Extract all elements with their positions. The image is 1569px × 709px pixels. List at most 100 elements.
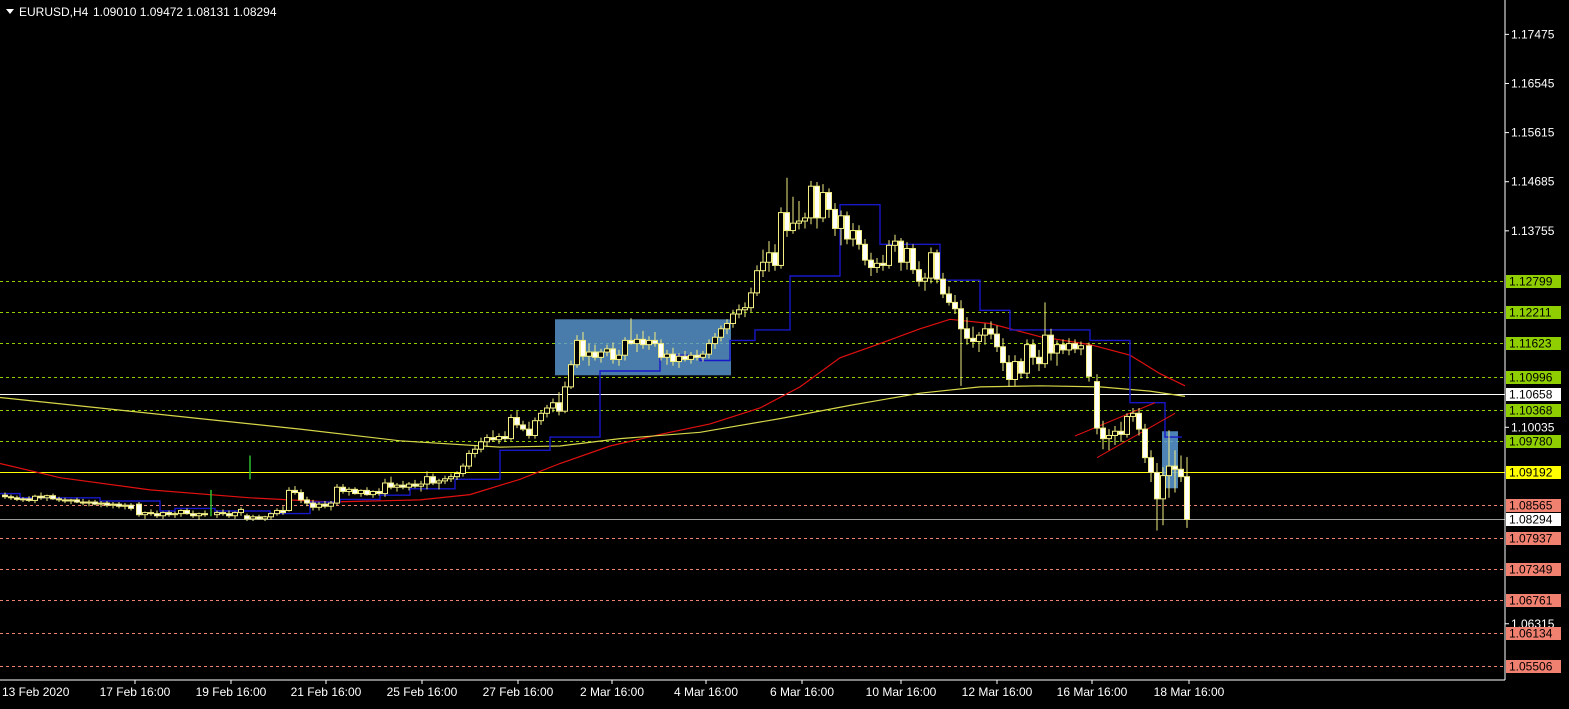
candle-body-bull xyxy=(472,448,478,454)
candle-body-bull xyxy=(478,441,484,450)
price-chart[interactable]: 1.17475 1.16545 1.15615 1.14685 1.13755 1.100… xyxy=(0,0,1569,704)
candle[interactable] xyxy=(910,244,916,274)
candle[interactable] xyxy=(808,180,814,225)
candle-body-bull xyxy=(32,495,38,501)
candle[interactable] xyxy=(574,335,580,368)
candle[interactable] xyxy=(286,487,292,512)
candle[interactable] xyxy=(844,211,850,245)
candle-body-bear xyxy=(166,512,172,516)
candle-body-bull xyxy=(892,240,898,246)
candle-body-bear xyxy=(1142,428,1148,459)
time-tick-label: 4 Mar 16:00 xyxy=(674,685,738,699)
candle[interactable] xyxy=(136,502,142,517)
time-tick-label: 16 Mar 16:00 xyxy=(1057,685,1128,699)
candle-body-bear xyxy=(340,486,346,492)
candle-body-bull xyxy=(460,465,466,475)
candle-body-bear xyxy=(154,513,160,517)
candle-body-bear xyxy=(298,492,304,501)
candle[interactable] xyxy=(778,207,784,269)
candle[interactable] xyxy=(466,450,472,470)
candle-body-bull xyxy=(160,512,166,517)
candle-body-bull xyxy=(86,501,92,504)
candle-body-bull xyxy=(68,499,74,502)
candle-body-bull xyxy=(238,508,244,514)
candle-body-bull xyxy=(874,262,880,269)
candle-body-bear xyxy=(256,516,262,520)
candle-body-bear xyxy=(226,513,232,517)
candle[interactable] xyxy=(1094,374,1100,435)
candle-body-bear xyxy=(682,355,688,360)
level-tag-label: 1.12799 xyxy=(1509,275,1553,289)
candle-body-bear xyxy=(1118,430,1124,435)
candle-body-bull xyxy=(442,478,448,482)
candle-body-bull xyxy=(466,452,472,467)
candle-body-bear xyxy=(292,489,298,494)
candle-body-bear xyxy=(184,509,190,515)
level-tag-label: 1.12211 xyxy=(1509,306,1552,320)
candle-body-bull xyxy=(382,482,388,495)
candle-body-bull xyxy=(586,351,592,357)
candle-body-bear xyxy=(784,212,790,232)
time-tick-label: 17 Feb 16:00 xyxy=(100,685,171,699)
candle-body-bear xyxy=(934,252,940,280)
candle-body-bull xyxy=(850,230,856,240)
level-tag-label: 1.09780 xyxy=(1509,435,1553,449)
time-tick-label: 2 Mar 16:00 xyxy=(580,685,644,699)
candle-body-bull xyxy=(808,185,814,219)
candle-body-bull xyxy=(766,252,772,263)
candle-body-bear xyxy=(1172,465,1178,470)
candle-body-bear xyxy=(430,476,436,484)
candle[interactable] xyxy=(1142,423,1148,463)
candle[interactable] xyxy=(1086,342,1092,382)
candle-body-bull xyxy=(976,334,982,342)
candle-body-bear xyxy=(1100,427,1106,440)
candle-body-bear xyxy=(1006,362,1012,380)
candle[interactable] xyxy=(934,249,940,284)
candle-body-bear xyxy=(910,248,916,271)
chart-svg[interactable]: 1.17475 1.16545 1.15615 1.14685 1.13755 1.100… xyxy=(0,0,1569,704)
candle-body-bear xyxy=(92,501,98,505)
candle-body-bear xyxy=(1000,346,1006,364)
candle-body-bear xyxy=(526,428,532,436)
candle[interactable] xyxy=(532,417,538,439)
candle-body-bull xyxy=(598,351,604,358)
candle-body-bear xyxy=(832,208,838,229)
candle-body-bear xyxy=(556,402,562,412)
candle-body-bear xyxy=(1154,471,1160,500)
candle[interactable] xyxy=(334,484,340,506)
candle-body-bull xyxy=(802,217,808,222)
candle-body-bull xyxy=(394,484,400,488)
candle-body-bull xyxy=(748,292,754,309)
candle-body-bull xyxy=(98,502,104,505)
level-tag-label: 1.11623 xyxy=(1509,337,1552,351)
candle-body-bull xyxy=(1012,361,1018,380)
candle-body-bear xyxy=(880,262,886,266)
candle-body-bear xyxy=(148,512,154,515)
candle-body-bull xyxy=(110,503,116,506)
candle-body-bear xyxy=(694,354,700,358)
candle-body-bear xyxy=(772,252,778,266)
candle-body-bull xyxy=(562,386,568,412)
candle-body-bear xyxy=(610,348,616,360)
candle-body-bear xyxy=(80,501,86,504)
symbol-timeframe: EURUSD,H4 xyxy=(19,5,89,19)
candle-body-bear xyxy=(352,488,358,495)
candle-body-bull xyxy=(676,355,682,363)
time-tick-label: 21 Feb 16:00 xyxy=(291,685,362,699)
price-tick-label: 1.16545 xyxy=(1511,76,1555,90)
candle[interactable] xyxy=(1024,339,1030,379)
candle-body-bear xyxy=(400,484,406,488)
candle[interactable] xyxy=(928,247,934,284)
candle-body-bear xyxy=(14,497,20,500)
candle[interactable] xyxy=(568,360,574,390)
candle-body-bear xyxy=(1048,334,1054,354)
candle[interactable] xyxy=(508,414,514,441)
candle[interactable] xyxy=(1124,413,1130,438)
candle-body-bear xyxy=(502,436,508,440)
candle-body-bull xyxy=(448,476,454,480)
candle-body-bull xyxy=(1166,465,1172,477)
candle-body-bear xyxy=(1030,344,1036,358)
candle-body-bull xyxy=(778,212,784,266)
candle-body-bear xyxy=(958,308,964,330)
candle-body-bear xyxy=(490,437,496,441)
